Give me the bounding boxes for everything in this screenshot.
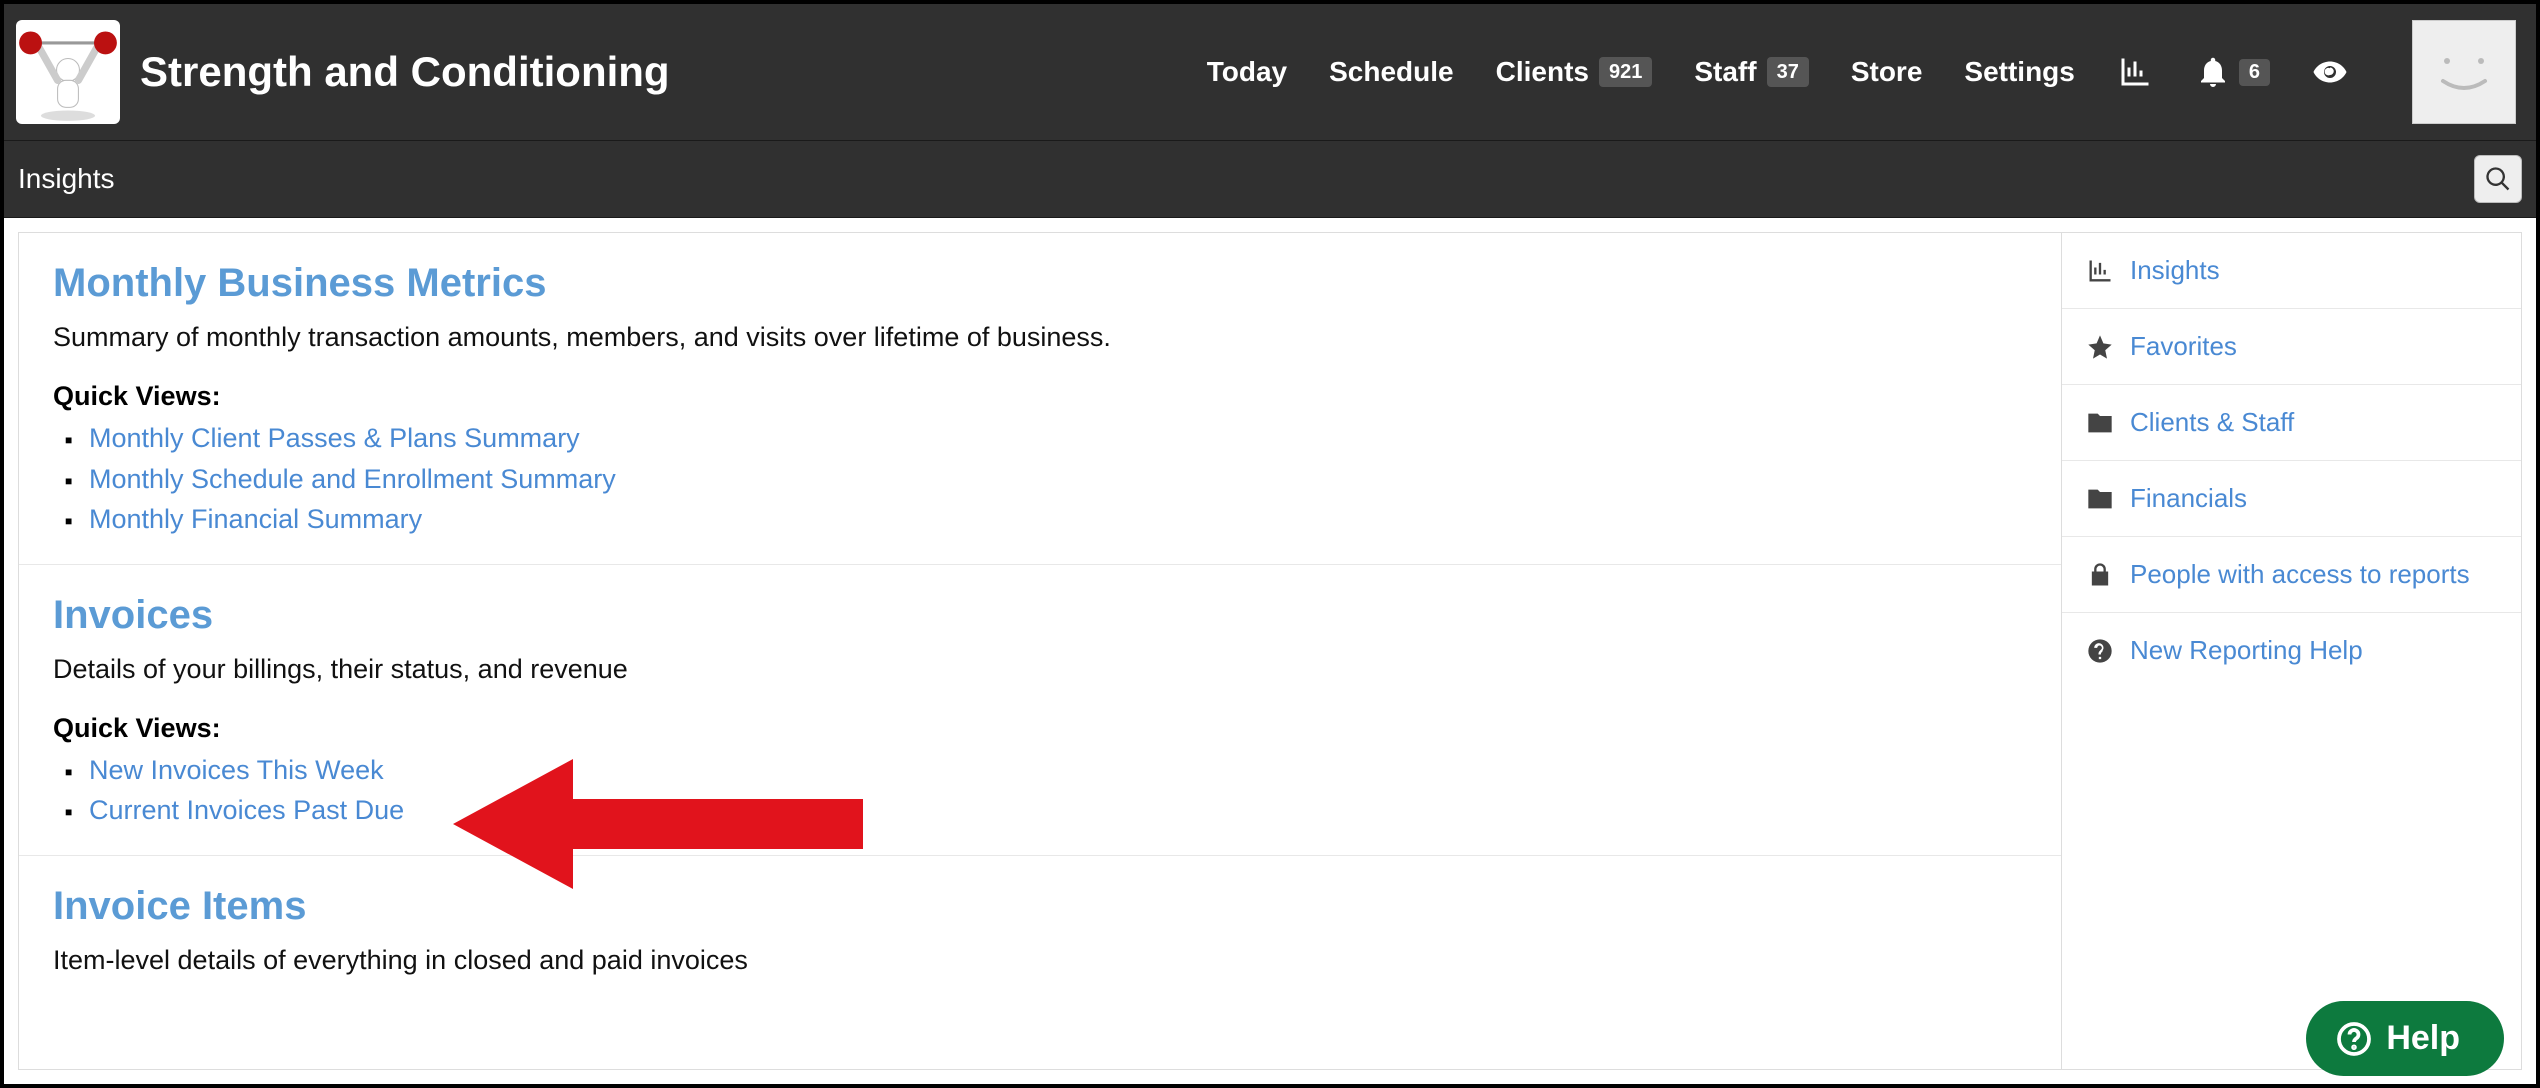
list-item: New Invoices This Week [71, 750, 2027, 791]
sidebar-item-favorites[interactable]: Favorites [2062, 309, 2521, 385]
quick-view-link[interactable]: Monthly Financial Summary [89, 504, 422, 534]
list-item: Current Invoices Past Due [71, 790, 2027, 831]
question-icon [2086, 637, 2114, 665]
section-title[interactable]: Invoice Items [53, 884, 2027, 929]
help-icon [2336, 1021, 2372, 1057]
list-item: Monthly Schedule and Enrollment Summary [71, 459, 2027, 500]
section-invoice-items: Invoice Items Item-level details of ever… [19, 856, 2061, 1000]
quick-view-link[interactable]: Monthly Client Passes & Plans Summary [89, 423, 580, 453]
quick-view-link[interactable]: Monthly Schedule and Enrollment Summary [89, 464, 616, 494]
quick-view-link[interactable]: New Invoices This Week [89, 755, 384, 785]
notif-count-badge: 6 [2239, 59, 2270, 86]
clients-count-badge: 921 [1599, 57, 1652, 87]
section-desc: Item-level details of everything in clos… [53, 945, 2027, 976]
quick-views-label: Quick Views: [53, 713, 2027, 744]
nav-settings[interactable]: Settings [1964, 56, 2074, 88]
sidebar-item-label[interactable]: New Reporting Help [2130, 635, 2363, 666]
section-invoices: Invoices Details of your billings, their… [19, 565, 2061, 856]
help-button[interactable]: Help [2306, 1001, 2504, 1076]
sidebar-item-label[interactable]: Favorites [2130, 331, 2237, 362]
sidebar-item-clients-staff[interactable]: Clients & Staff [2062, 385, 2521, 461]
app-title: Strength and Conditioning [140, 48, 670, 96]
folder-icon [2086, 409, 2114, 437]
sidebar-item-label[interactable]: Clients & Staff [2130, 407, 2294, 438]
nav-clients-label: Clients [1496, 56, 1589, 88]
nav-today[interactable]: Today [1207, 56, 1287, 88]
quick-views-label: Quick Views: [53, 381, 2027, 412]
visibility-icon[interactable] [2312, 54, 2348, 90]
nav-staff[interactable]: Staff 37 [1694, 56, 1808, 88]
main-nav: Today Schedule Clients 921 Staff 37 Stor… [1207, 20, 2524, 124]
section-title[interactable]: Monthly Business Metrics [53, 261, 2027, 306]
star-icon [2086, 333, 2114, 361]
top-bar: Strength and Conditioning Today Schedule… [4, 4, 2536, 140]
main-panel: Monthly Business Metrics Summary of mont… [18, 232, 2062, 1070]
help-label: Help [2386, 1019, 2460, 1058]
sidebar-item-label[interactable]: People with access to reports [2130, 559, 2470, 590]
sidebar-item-reporting-help[interactable]: New Reporting Help [2062, 613, 2521, 688]
sidebar: Insights Favorites Clients & Staff Finan… [2062, 232, 2522, 1070]
page-breadcrumb: Insights [18, 163, 115, 195]
sidebar-item-insights[interactable]: Insights [2062, 233, 2521, 309]
section-monthly-metrics: Monthly Business Metrics Summary of mont… [19, 233, 2061, 565]
user-avatar[interactable] [2412, 20, 2516, 124]
nav-store[interactable]: Store [1851, 56, 1923, 88]
section-desc: Details of your billings, their status, … [53, 654, 2027, 685]
nav-staff-label: Staff [1694, 56, 1756, 88]
search-button[interactable] [2474, 155, 2522, 203]
sidebar-item-financials[interactable]: Financials [2062, 461, 2521, 537]
chart-icon [2086, 257, 2114, 285]
nav-schedule[interactable]: Schedule [1329, 56, 1453, 88]
section-desc: Summary of monthly transaction amounts, … [53, 322, 2027, 353]
nav-clients[interactable]: Clients 921 [1496, 56, 1653, 88]
sidebar-item-label[interactable]: Financials [2130, 483, 2247, 514]
sub-bar: Insights [4, 140, 2536, 218]
lock-icon [2086, 561, 2114, 589]
app-logo[interactable] [16, 20, 120, 124]
section-title[interactable]: Invoices [53, 593, 2027, 638]
sidebar-item-label[interactable]: Insights [2130, 255, 2220, 286]
staff-count-badge: 37 [1767, 57, 1809, 87]
list-item: Monthly Financial Summary [71, 499, 2027, 540]
notifications-icon[interactable]: 6 [2195, 54, 2270, 90]
folder-icon [2086, 485, 2114, 513]
content-area: Monthly Business Metrics Summary of mont… [4, 218, 2536, 1084]
list-item: Monthly Client Passes & Plans Summary [71, 418, 2027, 459]
insights-icon[interactable] [2117, 54, 2153, 90]
sidebar-item-access[interactable]: People with access to reports [2062, 537, 2521, 613]
quick-view-link-past-due[interactable]: Current Invoices Past Due [89, 795, 404, 825]
